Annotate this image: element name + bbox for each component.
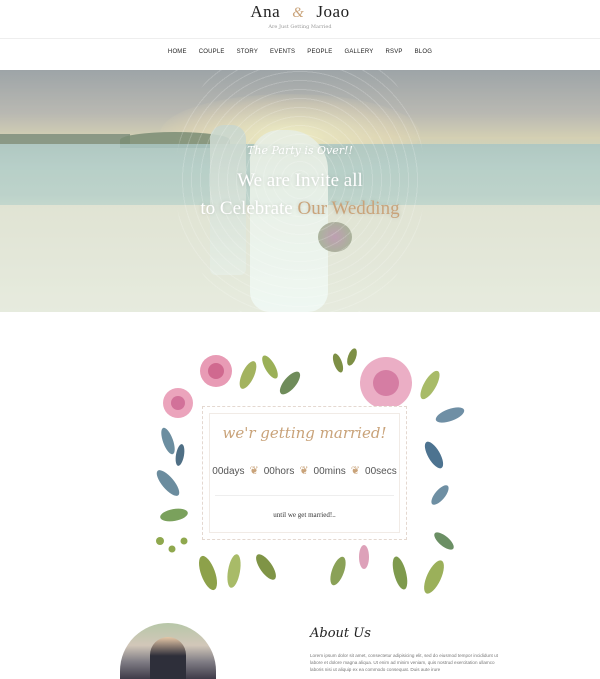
nav-story[interactable]: STORY <box>237 49 258 55</box>
countdown-until-text: until we get married!.. <box>273 511 336 519</box>
main-nav: HOME COUPLE STORY EVENTS PEOPLE GALLERY … <box>0 49 600 55</box>
nav-couple[interactable]: COUPLE <box>199 49 225 55</box>
about-title: About Us <box>310 626 371 641</box>
countdown-hours: 00hors <box>263 466 295 477</box>
hero-script: The Party is Over!! <box>247 144 353 157</box>
brand-logo[interactable]: Ana & Joao <box>0 2 600 22</box>
leaves-left <box>156 470 188 553</box>
brand-ampersand: & <box>292 5 305 21</box>
nav-rsvp[interactable]: RSVP <box>385 49 402 55</box>
nav-gallery[interactable]: GALLERY <box>344 49 373 55</box>
countdown-separator-2: ❦ <box>299 465 309 477</box>
brand-left-name: Ana <box>250 2 281 21</box>
countdown-title: we'r getting married! <box>222 424 387 442</box>
nav-home[interactable]: HOME <box>168 49 187 55</box>
about-photo <box>120 623 216 679</box>
hero-headline-line2: to Celebrate Our Wedding <box>0 198 600 220</box>
nav-events[interactable]: EVENTS <box>270 49 295 55</box>
nav-people[interactable]: PEOPLE <box>307 49 332 55</box>
countdown-card: we'r getting married! 00days ❦ 00hors ❦ 00mi… <box>202 406 407 540</box>
site-header: Ana & Joao Are Just Getting Married <box>0 0 600 38</box>
hero-headline-prefix: to Celebrate <box>200 198 298 219</box>
countdown-separator-1: ❦ <box>249 465 259 477</box>
countdown-separator-3: ❦ <box>350 465 361 477</box>
rose-top-right <box>360 357 412 409</box>
hero-headline-line1: We are Invite all <box>237 170 363 191</box>
groom-portrait <box>150 637 186 679</box>
countdown-days: 00days <box>212 466 245 477</box>
brand-tagline: Are Just Getting Married <box>268 24 332 30</box>
header-divider <box>0 38 600 39</box>
countdown-mins: 00mins <box>313 466 346 477</box>
nav-blog[interactable]: BLOG <box>415 49 432 55</box>
countdown-timer: 00days ❦ 00hors ❦ 00mins ❦ 00secs <box>203 464 406 477</box>
brand-right-name: Joao <box>316 2 350 21</box>
about-text: Lorem ipsum dolor sit amet, consectetur … <box>310 653 498 672</box>
hero-headline-accent: Our Wedding <box>297 198 400 219</box>
hero-banner: The Party is Over!! We are Invite all to… <box>0 70 600 312</box>
countdown-secs: 00secs <box>365 466 397 477</box>
countdown-divider <box>215 495 394 496</box>
